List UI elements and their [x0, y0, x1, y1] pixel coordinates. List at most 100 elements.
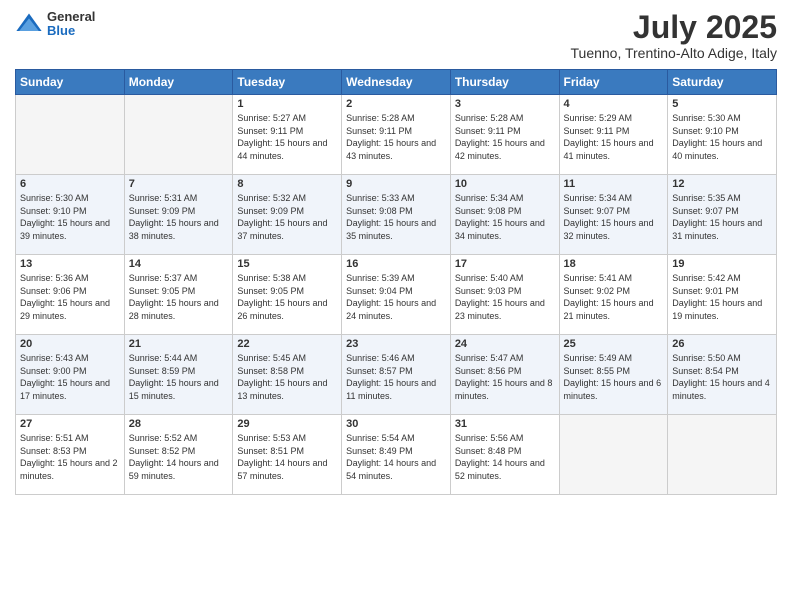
- calendar-week-3: 13 Sunrise: 5:36 AMSunset: 9:06 PMDayligh…: [16, 255, 777, 335]
- day-info: Sunrise: 5:37 AMSunset: 9:05 PMDaylight:…: [129, 272, 229, 322]
- calendar-week-1: 1Sunrise: 5:27 AMSunset: 9:11 PMDaylight…: [16, 95, 777, 175]
- table-row: 25 Sunrise: 5:49 AMSunset: 8:55 PMDayligh…: [559, 335, 668, 415]
- day-number: 31: [455, 418, 555, 430]
- table-row: 27 Sunrise: 5:51 AMSunset: 8:53 PMDayligh…: [16, 415, 125, 495]
- logo-icon: [15, 10, 43, 38]
- day-info: Sunrise: 5:33 AMSunset: 9:08 PMDaylight:…: [346, 192, 446, 242]
- day-number: 23: [346, 338, 446, 350]
- table-row: 11Sunrise: 5:34 AMSunset: 9:07 PMDayligh…: [559, 175, 668, 255]
- day-number: 7: [129, 178, 229, 190]
- table-row: 17 Sunrise: 5:40 AMSunset: 9:03 PMDayligh…: [450, 255, 559, 335]
- day-info: Sunrise: 5:41 AMSunset: 9:02 PMDaylight:…: [564, 272, 664, 322]
- day-info: Sunrise: 5:28 AMSunset: 9:11 PMDaylight:…: [346, 112, 446, 162]
- day-number: 3: [455, 98, 555, 110]
- table-row: 16 Sunrise: 5:39 AMSunset: 9:04 PMDayligh…: [342, 255, 451, 335]
- day-info: Sunrise: 5:30 AMSunset: 9:10 PMDaylight:…: [672, 112, 772, 162]
- table-row: 15Sunrise: 5:38 AMSunset: 9:05 PMDayligh…: [233, 255, 342, 335]
- day-info: Sunrise: 5:52 AMSunset: 8:52 PMDaylight:…: [129, 432, 229, 482]
- day-info: Sunrise: 5:35 AMSunset: 9:07 PMDaylight:…: [672, 192, 772, 242]
- day-info: Sunrise: 5:36 AMSunset: 9:06 PMDaylight:…: [20, 272, 120, 322]
- month-title: July 2025: [571, 10, 778, 45]
- day-info: Sunrise: 5:40 AMSunset: 9:03 PMDaylight:…: [455, 272, 555, 322]
- table-row: 4 Sunrise: 5:29 AMSunset: 9:11 PMDaylight…: [559, 95, 668, 175]
- table-row: 26 Sunrise: 5:50 AMSunset: 8:54 PMDayligh…: [668, 335, 777, 415]
- table-row: 5Sunrise: 5:30 AMSunset: 9:10 PMDaylight…: [668, 95, 777, 175]
- table-row: 3Sunrise: 5:28 AMSunset: 9:11 PMDaylight…: [450, 95, 559, 175]
- day-number: 22: [237, 338, 337, 350]
- calendar-week-4: 20Sunrise: 5:43 AMSunset: 9:00 PMDayligh…: [16, 335, 777, 415]
- day-info: Sunrise: 5:56 AMSunset: 8:48 PMDaylight:…: [455, 432, 555, 482]
- table-row: 30Sunrise: 5:54 AMSunset: 8:49 PMDayligh…: [342, 415, 451, 495]
- day-number: 8: [237, 178, 337, 190]
- col-wednesday: Wednesday: [342, 70, 451, 95]
- logo-general-text: General: [47, 10, 95, 24]
- table-row: 20Sunrise: 5:43 AMSunset: 9:00 PMDayligh…: [16, 335, 125, 415]
- table-row: 21 Sunrise: 5:44 AMSunset: 8:59 PMDayligh…: [124, 335, 233, 415]
- day-number: 12: [672, 178, 772, 190]
- day-number: 21: [129, 338, 229, 350]
- day-info: Sunrise: 5:46 AMSunset: 8:57 PMDaylight:…: [346, 352, 446, 402]
- day-info: Sunrise: 5:49 AMSunset: 8:55 PMDaylight:…: [564, 352, 664, 402]
- day-number: 30: [346, 418, 446, 430]
- col-sunday: Sunday: [16, 70, 125, 95]
- day-number: 2: [346, 98, 446, 110]
- day-info: Sunrise: 5:42 AMSunset: 9:01 PMDaylight:…: [672, 272, 772, 322]
- table-row: 13 Sunrise: 5:36 AMSunset: 9:06 PMDayligh…: [16, 255, 125, 335]
- col-saturday: Saturday: [668, 70, 777, 95]
- day-info: Sunrise: 5:50 AMSunset: 8:54 PMDaylight:…: [672, 352, 772, 402]
- table-row: 6Sunrise: 5:30 AMSunset: 9:10 PMDaylight…: [16, 175, 125, 255]
- day-number: 24: [455, 338, 555, 350]
- table-row: 29 Sunrise: 5:53 AMSunset: 8:51 PMDayligh…: [233, 415, 342, 495]
- day-number: 17: [455, 258, 555, 270]
- col-tuesday: Tuesday: [233, 70, 342, 95]
- day-number: 11: [564, 178, 664, 190]
- table-row: 19 Sunrise: 5:42 AMSunset: 9:01 PMDayligh…: [668, 255, 777, 335]
- day-info: Sunrise: 5:32 AMSunset: 9:09 PMDaylight:…: [237, 192, 337, 242]
- col-monday: Monday: [124, 70, 233, 95]
- day-number: 9: [346, 178, 446, 190]
- table-row: [124, 95, 233, 175]
- day-info: Sunrise: 5:29 AMSunset: 9:11 PMDaylight:…: [564, 112, 664, 162]
- table-row: [559, 415, 668, 495]
- day-number: 4: [564, 98, 664, 110]
- title-block: July 2025 Tuenno, Trentino-Alto Adige, I…: [571, 10, 778, 61]
- table-row: 23 Sunrise: 5:46 AMSunset: 8:57 PMDayligh…: [342, 335, 451, 415]
- table-row: 31 Sunrise: 5:56 AMSunset: 8:48 PMDayligh…: [450, 415, 559, 495]
- table-row: 9 Sunrise: 5:33 AMSunset: 9:08 PMDaylight…: [342, 175, 451, 255]
- day-info: Sunrise: 5:39 AMSunset: 9:04 PMDaylight:…: [346, 272, 446, 322]
- col-thursday: Thursday: [450, 70, 559, 95]
- day-number: 27: [20, 418, 120, 430]
- day-info: Sunrise: 5:53 AMSunset: 8:51 PMDaylight:…: [237, 432, 337, 482]
- table-row: 18Sunrise: 5:41 AMSunset: 9:02 PMDayligh…: [559, 255, 668, 335]
- day-number: 19: [672, 258, 772, 270]
- calendar-week-5: 27 Sunrise: 5:51 AMSunset: 8:53 PMDayligh…: [16, 415, 777, 495]
- page: General Blue July 2025 Tuenno, Trentino-…: [0, 0, 792, 612]
- day-number: 28: [129, 418, 229, 430]
- table-row: 12 Sunrise: 5:35 AMSunset: 9:07 PMDayligh…: [668, 175, 777, 255]
- table-row: 8 Sunrise: 5:32 AMSunset: 9:09 PMDaylight…: [233, 175, 342, 255]
- day-info: Sunrise: 5:34 AMSunset: 9:08 PMDaylight:…: [455, 192, 555, 242]
- table-row: 1Sunrise: 5:27 AMSunset: 9:11 PMDaylight…: [233, 95, 342, 175]
- day-info: Sunrise: 5:51 AMSunset: 8:53 PMDaylight:…: [20, 432, 120, 482]
- location-subtitle: Tuenno, Trentino-Alto Adige, Italy: [571, 45, 778, 61]
- day-number: 25: [564, 338, 664, 350]
- table-row: 22Sunrise: 5:45 AMSunset: 8:58 PMDayligh…: [233, 335, 342, 415]
- day-number: 13: [20, 258, 120, 270]
- table-row: 2 Sunrise: 5:28 AMSunset: 9:11 PMDaylight…: [342, 95, 451, 175]
- day-number: 29: [237, 418, 337, 430]
- table-row: 28 Sunrise: 5:52 AMSunset: 8:52 PMDayligh…: [124, 415, 233, 495]
- day-number: 26: [672, 338, 772, 350]
- day-number: 16: [346, 258, 446, 270]
- header: General Blue July 2025 Tuenno, Trentino-…: [15, 10, 777, 61]
- table-row: [16, 95, 125, 175]
- table-row: 7Sunrise: 5:31 AMSunset: 9:09 PMDaylight…: [124, 175, 233, 255]
- day-number: 20: [20, 338, 120, 350]
- table-row: 14Sunrise: 5:37 AMSunset: 9:05 PMDayligh…: [124, 255, 233, 335]
- logo: General Blue: [15, 10, 95, 39]
- day-info: Sunrise: 5:44 AMSunset: 8:59 PMDaylight:…: [129, 352, 229, 402]
- logo-blue-text: Blue: [47, 24, 95, 38]
- day-info: Sunrise: 5:27 AMSunset: 9:11 PMDaylight:…: [237, 112, 337, 162]
- calendar-header-row: Sunday Monday Tuesday Wednesday Thursday…: [16, 70, 777, 95]
- day-info: Sunrise: 5:38 AMSunset: 9:05 PMDaylight:…: [237, 272, 337, 322]
- day-number: 6: [20, 178, 120, 190]
